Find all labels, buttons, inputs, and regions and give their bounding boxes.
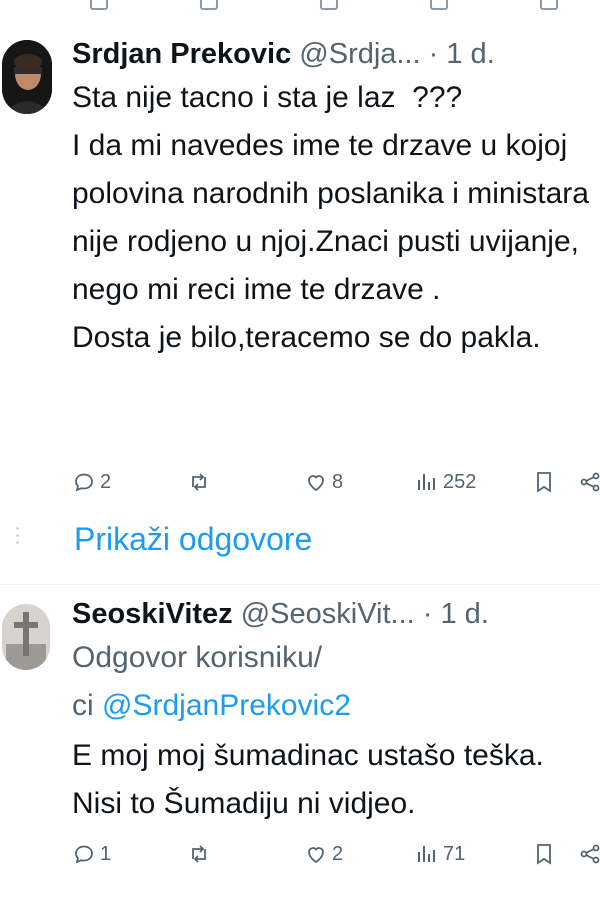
reply-context-line2: ci @SrdjanPrekovic2 — [72, 682, 351, 730]
author-name[interactable]: SeoskiVitez — [72, 598, 233, 630]
show-replies-link[interactable]: Prikaži odgovore — [74, 521, 312, 558]
like-icon — [308, 475, 324, 492]
views-icon — [418, 846, 435, 862]
reply-prefix: ci — [72, 689, 94, 722]
timestamp[interactable]: 1 d. — [446, 38, 494, 70]
share-button[interactable] — [578, 842, 600, 866]
bookmark-button[interactable] — [532, 470, 556, 494]
avatar[interactable] — [2, 604, 50, 670]
author-handle[interactable]: @SeoskiVit... — [241, 598, 415, 630]
reply-button[interactable]: 2 — [72, 470, 111, 494]
thread-connector — [16, 527, 20, 549]
views-count: 252 — [443, 470, 477, 493]
repost-button[interactable] — [187, 470, 211, 494]
repost-icon — [192, 845, 206, 863]
views-icon — [418, 474, 435, 490]
separator-dot: · — [428, 38, 447, 70]
reply-count: 2 — [100, 470, 112, 493]
tweet-actions: 2 8 252 — [72, 470, 600, 504]
reply-icon — [75, 845, 93, 864]
reply-button[interactable]: 1 — [72, 842, 111, 866]
separator-dot: · — [422, 598, 441, 630]
views-button[interactable]: 252 — [415, 470, 476, 494]
bookmark-button[interactable] — [532, 842, 556, 866]
avatar[interactable] — [2, 40, 52, 114]
bookmark-icon — [537, 844, 551, 865]
tweet-header: SeoskiVitez @SeoskiVit... · 1 d. — [72, 598, 489, 630]
author-handle[interactable]: @Srdja... — [299, 38, 420, 70]
share-icon — [580, 844, 600, 864]
author-name[interactable]: Srdjan Prekovic — [72, 38, 291, 70]
tweet-header: Srdjan Prekovic @Srdja... · 1 d. — [72, 38, 495, 70]
mention-link[interactable]: @SrdjanPrekovic2 — [102, 689, 351, 722]
views-button[interactable]: 71 — [415, 842, 465, 866]
reply-context: Odgovor korisniku/ — [72, 641, 323, 674]
like-button[interactable]: 2 — [304, 842, 343, 866]
bookmark-icon — [537, 472, 551, 493]
tweet-text: Sta nije tacno i sta je laz ??? I da mi … — [72, 81, 589, 354]
share-icon — [580, 472, 600, 492]
like-count: 2 — [332, 842, 344, 865]
reply-icon — [75, 473, 93, 492]
like-count: 8 — [332, 470, 344, 493]
tweet-text: E moj moj šumadinac ustašo teška. Nisi t… — [72, 739, 553, 820]
views-count: 71 — [443, 842, 466, 865]
tweet[interactable]: Srdjan Prekovic @Srdja... · 1 d. Sta nij… — [0, 0, 600, 584]
repost-button[interactable] — [187, 842, 211, 866]
repost-icon — [192, 473, 206, 491]
share-button[interactable] — [578, 470, 600, 494]
like-button[interactable]: 8 — [304, 470, 343, 494]
like-icon — [308, 847, 324, 864]
tweet-actions: 1 2 71 — [72, 842, 600, 876]
reply-count: 1 — [100, 842, 112, 865]
timestamp[interactable]: 1 d. — [441, 598, 489, 630]
